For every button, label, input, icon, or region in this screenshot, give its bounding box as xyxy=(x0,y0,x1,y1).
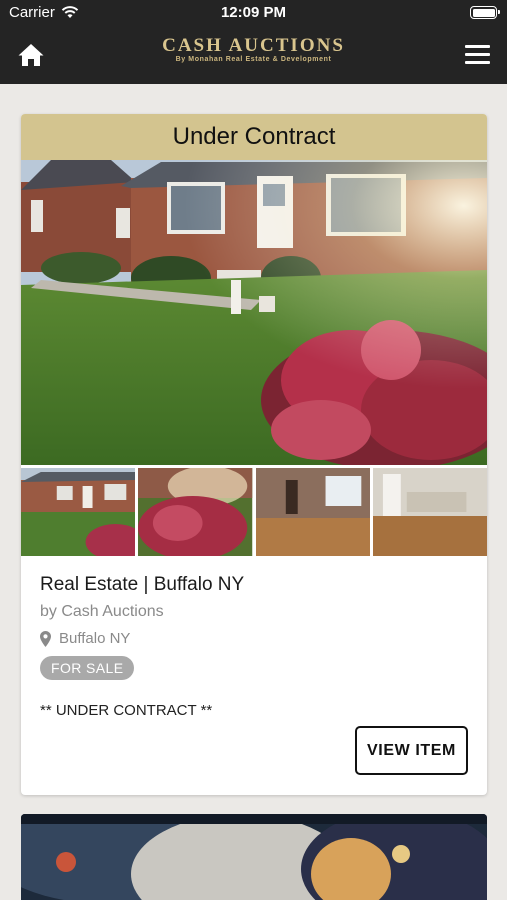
main-listing-photo[interactable] xyxy=(21,160,487,465)
logo-subtitle: By Monahan Real Estate & Development xyxy=(175,56,332,63)
listing-note: ** UNDER CONTRACT ** xyxy=(40,702,213,719)
seller-name: by Cash Auctions xyxy=(40,603,164,620)
hamburger-menu-icon[interactable] xyxy=(465,45,490,65)
location-label: Buffalo NY xyxy=(59,630,131,647)
next-listing-card[interactable] xyxy=(21,814,487,900)
status-banner-label: Under Contract xyxy=(172,123,336,150)
view-item-button[interactable]: VIEW ITEM xyxy=(355,726,468,775)
listing-card[interactable]: Under Contract Real Estate | Buffalo NY … xyxy=(21,114,487,795)
status-banner: Under Contract xyxy=(21,114,487,160)
thumbnail-interior-kitchen[interactable] xyxy=(372,468,487,556)
sale-status-badge: FOR SALE xyxy=(40,656,135,680)
map-pin-icon xyxy=(40,630,51,647)
listing-details: Real Estate | Buffalo NY by Cash Auction… xyxy=(21,556,487,719)
app-logo: CASH AUCTIONS By Monahan Real Estate & D… xyxy=(0,35,507,64)
thumbnail-house-front[interactable] xyxy=(21,468,136,556)
thumbnail-strip xyxy=(21,468,487,556)
app-header: CASH AUCTIONS By Monahan Real Estate & D… xyxy=(0,26,507,84)
battery-icon xyxy=(470,6,500,19)
next-listing-photo[interactable] xyxy=(21,814,487,900)
listing-title[interactable]: Real Estate | Buffalo NY xyxy=(40,574,468,596)
status-bar: Carrier 12:09 PM xyxy=(0,0,507,26)
thumbnail-shrub[interactable] xyxy=(138,468,253,556)
location-row: Buffalo NY xyxy=(40,630,468,647)
thumbnail-interior-room[interactable] xyxy=(255,468,370,556)
clock: 12:09 PM xyxy=(220,4,287,21)
logo-title: CASH AUCTIONS xyxy=(162,35,345,56)
